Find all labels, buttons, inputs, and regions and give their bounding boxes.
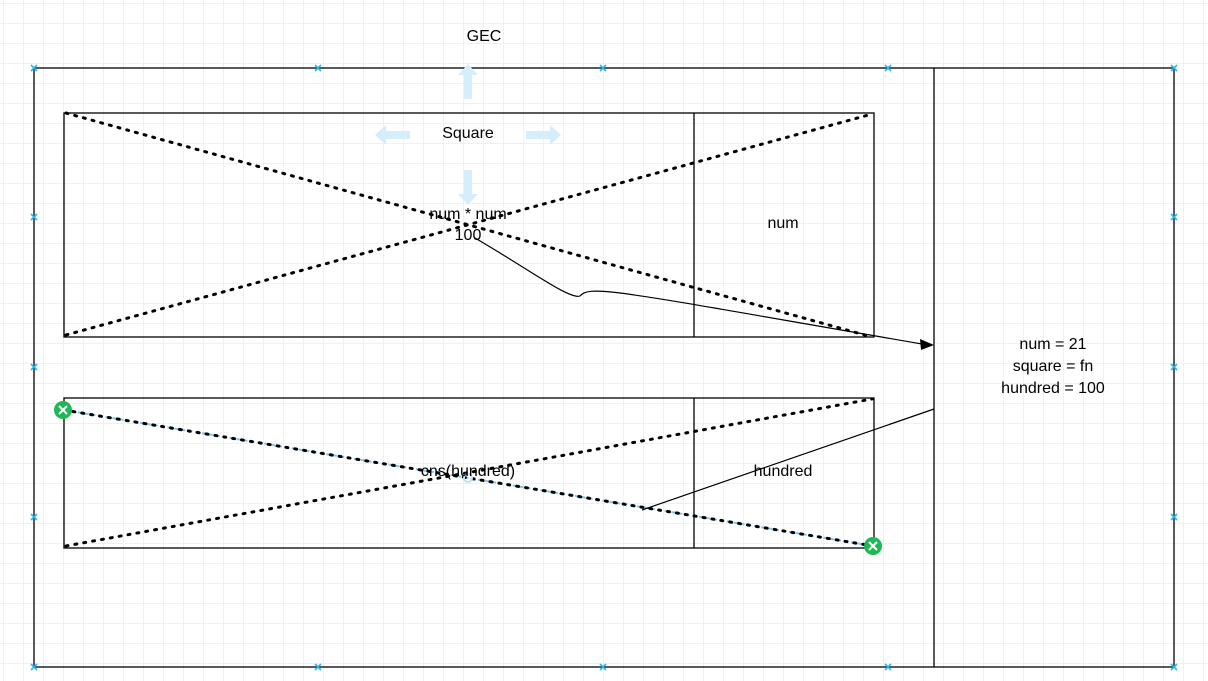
endpoint-remove-icon[interactable] bbox=[54, 401, 72, 419]
memory-entry-hundred: hundred = 100 bbox=[1001, 380, 1105, 397]
memory-entry-num: num = 21 bbox=[1019, 336, 1087, 353]
gec-title: GEC bbox=[466, 28, 502, 45]
memory-entry-square: square = fn bbox=[1012, 358, 1094, 375]
move-right-arrow-icon[interactable] bbox=[526, 125, 561, 145]
square-body-result: 100 bbox=[454, 227, 482, 244]
connector-arrowhead bbox=[920, 339, 934, 350]
square-function-label: Square bbox=[442, 125, 494, 142]
return-value-connector[interactable] bbox=[474, 237, 923, 345]
cns-param-label: hundred bbox=[753, 463, 813, 480]
square-body-expression: num * num bbox=[429, 206, 507, 223]
move-up-arrow-icon[interactable] bbox=[458, 64, 478, 99]
diagram-canvas[interactable]: GEC Square num * num 100 num cns(hundred… bbox=[0, 0, 1208, 681]
endpoint-remove-icon[interactable] bbox=[864, 537, 882, 555]
move-down-arrow-icon[interactable] bbox=[458, 170, 478, 205]
square-param-label: num bbox=[767, 215, 799, 232]
move-left-arrow-icon[interactable] bbox=[375, 125, 410, 145]
cns-call-label: cns(hundred) bbox=[420, 463, 516, 480]
hundred-reference-line bbox=[641, 408, 935, 511]
